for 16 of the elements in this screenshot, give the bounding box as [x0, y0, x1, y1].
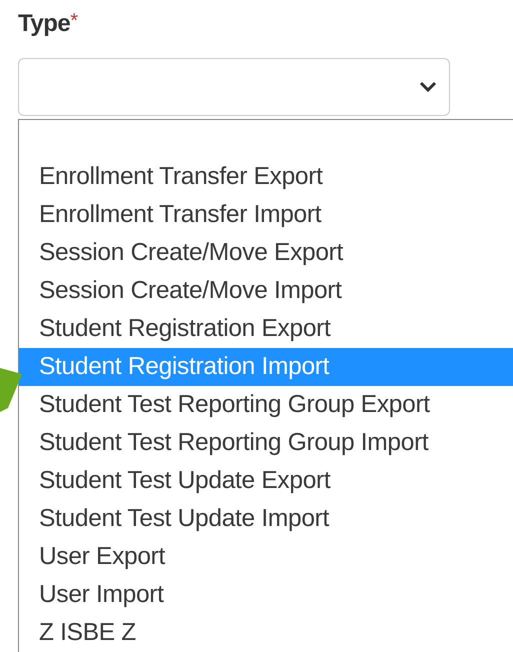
dropdown-option[interactable]: Session Create/Move Import: [19, 272, 513, 310]
type-select[interactable]: [18, 58, 450, 116]
dropdown-option[interactable]: Session Create/Move Export: [19, 234, 513, 272]
dropdown-option[interactable]: Student Registration Export: [19, 310, 513, 348]
dropdown-option[interactable]: Student Test Update Export: [19, 462, 513, 500]
dropdown-option[interactable]: Student Test Update Import: [19, 500, 513, 538]
dropdown-option[interactable]: Enrollment Transfer Import: [19, 196, 513, 234]
dropdown-option[interactable]: Student Test Reporting Group Import: [19, 424, 513, 462]
dropdown-option[interactable]: User Import: [19, 576, 513, 614]
pointer-arrow-icon: [0, 368, 22, 412]
dropdown-option[interactable]: Student Test Reporting Group Export: [19, 386, 513, 424]
chevron-down-icon: [419, 81, 437, 93]
dropdown-option[interactable]: User Export: [19, 538, 513, 576]
dropdown-option[interactable]: Z ISBE Z: [19, 614, 513, 652]
dropdown-option[interactable]: Enrollment Transfer Export: [19, 158, 513, 196]
field-label: Type*: [18, 10, 78, 37]
